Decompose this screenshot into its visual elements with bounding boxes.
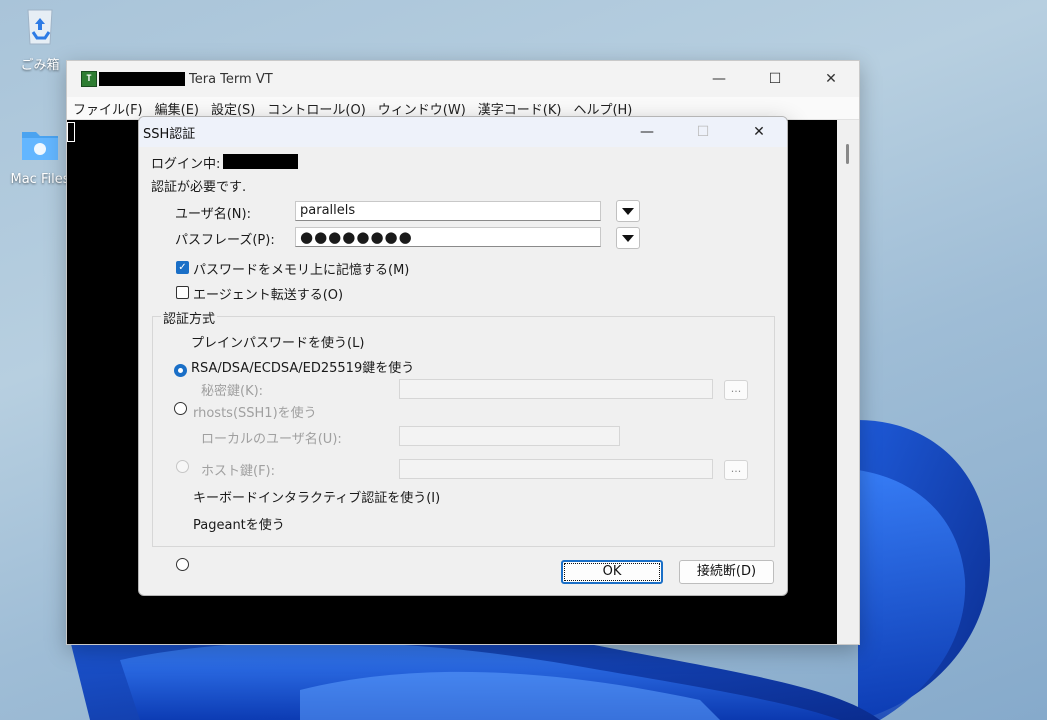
ssh-auth-dialog: SSH認証 — ☐ ✕ ログイン中: 認証が必要です. ユーザ名(N): par… [138, 116, 788, 596]
chevron-down-icon [622, 207, 634, 215]
redacted-login [223, 154, 298, 169]
dialog-maximize-button[interactable]: ☐ [675, 117, 731, 147]
redacted-host [99, 72, 185, 86]
username-label: ユーザ名(N): [175, 207, 251, 222]
radio-pageant-label: Pageantを使う [193, 518, 285, 533]
dialog-title: SSH認証 [143, 126, 196, 142]
radio-key-auth[interactable] [174, 402, 187, 415]
vertical-scrollbar[interactable] [837, 120, 859, 644]
passphrase-dropdown-button[interactable] [616, 227, 640, 249]
passphrase-input[interactable]: ●●●●●●●● [295, 227, 601, 247]
terminal-cursor [67, 122, 75, 142]
private-key-browse-button[interactable]: ... [724, 380, 748, 400]
menu-control[interactable]: コントロール(O) [267, 99, 365, 118]
window-title: Tera Term VT [189, 71, 273, 87]
local-user-label: ローカルのユーザ名(U): [201, 432, 342, 447]
menu-window[interactable]: ウィンドウ(W) [378, 99, 466, 118]
disconnect-button[interactable]: 接続断(D) [679, 560, 774, 584]
radio-rhosts[interactable] [176, 460, 189, 473]
remember-password-checkbox[interactable]: ✓ [176, 261, 189, 274]
host-key-label: ホスト鍵(F): [201, 464, 276, 479]
radio-key-auth-label: RSA/DSA/ECDSA/ED25519鍵を使う [191, 361, 415, 376]
local-user-input[interactable] [399, 426, 620, 446]
folder-icon [22, 132, 58, 160]
login-label: ログイン中: [151, 157, 221, 172]
desktop-icon-recycle-bin[interactable]: ごみ箱 [5, 4, 75, 73]
menu-edit[interactable]: 編集(E) [155, 99, 199, 118]
username-dropdown-button[interactable] [616, 200, 640, 222]
recycle-bin-icon [27, 9, 53, 45]
passphrase-label: パスフレーズ(P): [175, 233, 275, 248]
ok-button-label: OK [564, 563, 660, 581]
menu-kanji-code[interactable]: 漢字コード(K) [478, 99, 562, 118]
maximize-button[interactable]: ☐ [747, 61, 803, 97]
remember-password-label: パスワードをメモリ上に記憶する(M) [193, 263, 410, 278]
teraterm-app-icon: T [81, 71, 97, 87]
menu-help[interactable]: ヘルプ(H) [573, 99, 632, 118]
host-key-input[interactable] [399, 459, 713, 479]
menu-setup[interactable]: 設定(S) [211, 99, 255, 118]
desktop-icon-mac-files[interactable]: Mac Files [5, 122, 75, 187]
private-key-label: 秘密鍵(K): [201, 384, 264, 399]
chevron-down-icon [622, 234, 634, 242]
menu-file[interactable]: ファイル(F) [73, 99, 143, 118]
radio-plain-password[interactable] [174, 364, 187, 377]
radio-keyboard-interactive[interactable] [176, 558, 189, 571]
dialog-titlebar[interactable]: SSH認証 — ☐ ✕ [139, 117, 787, 147]
host-key-browse-button[interactable]: ... [724, 460, 748, 480]
close-button[interactable]: ✕ [803, 61, 859, 97]
auth-required-text: 認証が必要です. [151, 180, 247, 195]
username-input[interactable]: parallels [295, 201, 601, 221]
desktop-icon-label: Mac Files [10, 172, 70, 187]
private-key-input[interactable] [399, 379, 713, 399]
agent-forward-checkbox[interactable] [176, 286, 189, 299]
radio-keyboard-interactive-label: キーボードインタラクティブ認証を使う(I) [193, 491, 441, 506]
desktop-icon-label: ごみ箱 [20, 58, 60, 73]
dialog-minimize-button[interactable]: — [619, 117, 675, 147]
radio-rhosts-label: rhosts(SSH1)を使う [193, 406, 317, 421]
scrollbar-thumb[interactable] [846, 144, 849, 164]
dialog-close-button[interactable]: ✕ [731, 117, 787, 147]
window-titlebar[interactable]: T Tera Term VT — ☐ ✕ [67, 61, 859, 97]
auth-method-group-label: 認証方式 [161, 308, 218, 327]
agent-forward-label: エージェント転送する(O) [193, 288, 344, 303]
ok-button[interactable]: OK [561, 560, 663, 584]
radio-plain-password-label: プレインパスワードを使う(L) [191, 336, 365, 351]
minimize-button[interactable]: — [691, 61, 747, 97]
